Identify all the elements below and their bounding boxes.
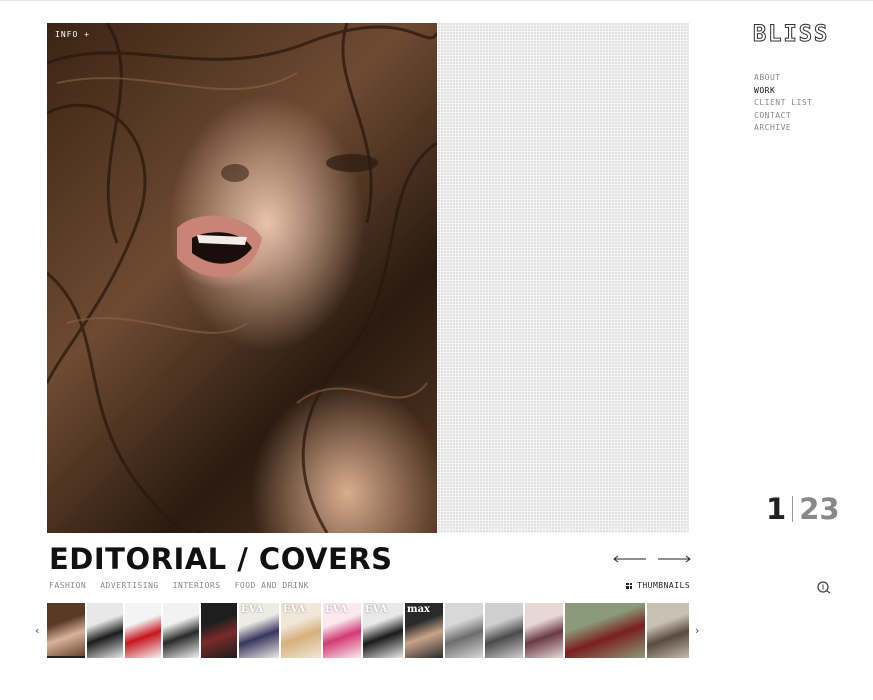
- arrow-right-icon[interactable]: [657, 553, 692, 565]
- nav-item-archive[interactable]: ARCHIVE: [754, 122, 812, 135]
- main-image-stage: INFO +: [47, 23, 689, 533]
- gallery-title: EDITORIAL / COVERS: [49, 542, 393, 576]
- filmstrip-thumb[interactable]: [163, 603, 199, 658]
- filmstrip-thumb[interactable]: EVA: [281, 603, 321, 658]
- thumb-caption: EVA: [241, 604, 264, 615]
- main-photo[interactable]: INFO +: [47, 23, 437, 533]
- filmstrip-thumb[interactable]: [565, 603, 645, 658]
- grid-icon: [626, 582, 632, 589]
- hair-strands: [47, 23, 437, 533]
- nav-item-about[interactable]: ABOUT: [754, 72, 812, 85]
- filmstrip-thumb[interactable]: [525, 603, 563, 658]
- filmstrip-thumb[interactable]: [201, 603, 237, 658]
- thumb-caption: EVA: [283, 604, 306, 615]
- category-interiors[interactable]: INTERIORS: [173, 581, 221, 590]
- image-nav-arrows: [612, 553, 692, 565]
- zoom-icon[interactable]: [816, 579, 832, 595]
- top-rule: [0, 0, 873, 1]
- thumb-caption: max: [407, 604, 431, 615]
- filmstrip: EVA EVA EVA EVA max: [47, 603, 689, 658]
- thumb-caption: EVA: [365, 604, 388, 615]
- thumbnails-toggle[interactable]: THUMBNAILS: [626, 581, 690, 590]
- counter-divider: [792, 496, 794, 522]
- filmstrip-thumb[interactable]: [647, 603, 689, 658]
- category-advertising[interactable]: ADVERTISING: [100, 581, 158, 590]
- filmstrip-thumb[interactable]: EVA: [363, 603, 403, 658]
- image-counter: 1 23: [766, 492, 840, 526]
- arrow-left-icon[interactable]: [612, 553, 647, 565]
- filmstrip-next-button[interactable]: ›: [695, 624, 699, 637]
- filmstrip-thumb[interactable]: [87, 603, 123, 658]
- filmstrip-thumb[interactable]: EVA: [323, 603, 361, 658]
- nav-item-contact[interactable]: CONTACT: [754, 110, 812, 123]
- thumb-caption: EVA: [325, 604, 348, 615]
- filmstrip-thumb[interactable]: max: [405, 603, 443, 658]
- counter-current: 1: [766, 492, 787, 526]
- nav-item-work[interactable]: WORK: [754, 85, 812, 98]
- site-logo[interactable]: BLISS: [752, 22, 829, 48]
- filmstrip-thumb[interactable]: [485, 603, 523, 658]
- filmstrip-thumb[interactable]: [125, 603, 161, 658]
- filmstrip-thumb[interactable]: EVA: [239, 603, 279, 658]
- filmstrip-prev-button[interactable]: ‹: [35, 624, 39, 637]
- thumbnails-label: THUMBNAILS: [637, 581, 691, 590]
- filmstrip-thumb[interactable]: [445, 603, 483, 658]
- info-toggle[interactable]: INFO +: [55, 30, 90, 39]
- category-links: FASHION ADVERTISING INTERIORS FOOD AND D…: [49, 581, 309, 590]
- nav-item-client-list[interactable]: CLIENT LIST: [754, 97, 812, 110]
- category-fashion[interactable]: FASHION: [49, 581, 86, 590]
- main-nav: ABOUT WORK CLIENT LIST CONTACT ARCHIVE: [754, 72, 812, 135]
- category-food-and-drink[interactable]: FOOD AND DRINK: [235, 581, 309, 590]
- counter-total: 23: [799, 492, 840, 526]
- filmstrip-thumb[interactable]: [47, 603, 85, 658]
- dot-pattern-panel: [437, 23, 689, 533]
